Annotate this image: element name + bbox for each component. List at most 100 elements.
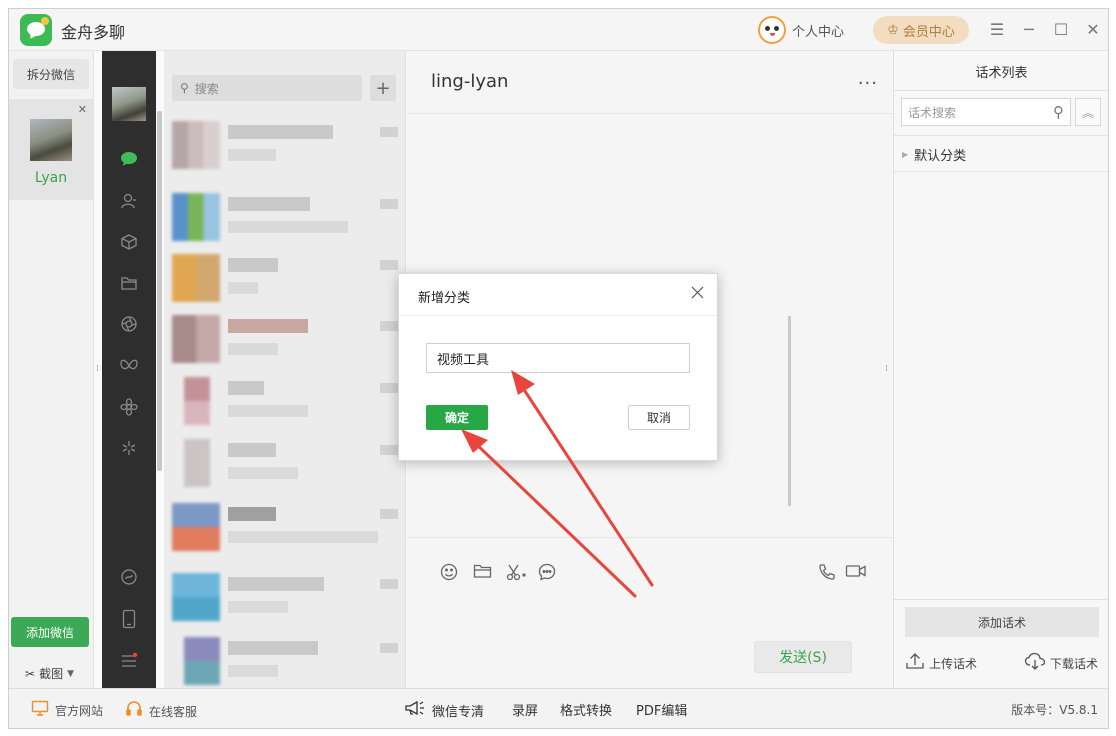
cancel-button[interactable]: 取消 [628,405,690,430]
list-item[interactable] [164,433,406,493]
screenshot-label: 截图 [39,667,64,681]
menu-icon[interactable]: ☰ [987,17,1007,41]
nav-sidebar [102,51,156,688]
more-options-icon[interactable]: ··· [858,73,878,94]
butterfly-icon[interactable] [117,354,141,378]
add-wechat-button[interactable]: 添加微信 [11,617,89,647]
chat-bubble-icon[interactable] [538,563,556,585]
list-item[interactable] [164,115,406,175]
script-panel: 话术列表 话术搜索 ⚲ ︽ ▶ 默认分类 添加话术 上传话术 下载话术 [893,51,1108,688]
version-label: 版本号：V5.8.1 [1011,703,1098,717]
scissors-icon[interactable] [506,563,528,585]
official-website-link[interactable]: 官方网站 [31,700,103,720]
chat-scrollbar[interactable] [788,316,791,506]
divider [894,171,1108,172]
sparkle-icon[interactable] [117,436,141,460]
upload-script-button[interactable]: 上传话术 [905,652,977,674]
collapse-icon[interactable]: ︽ [1075,98,1101,126]
moments-icon[interactable] [117,312,141,336]
vip-center-button[interactable]: ♔ 会员中心 [873,16,969,44]
category-item-default[interactable]: ▶ 默认分类 [902,145,966,164]
scissors-icon: ✂ [25,666,36,681]
list-item[interactable] [164,187,406,247]
more-menu-icon[interactable] [117,648,141,672]
list-item[interactable] [164,371,406,431]
list-item[interactable] [164,631,406,691]
emoji-icon[interactable] [440,563,458,585]
search-icon: ⚲ [180,81,189,95]
category-name-input[interactable] [426,343,690,373]
chat-search-input[interactable]: ⚲ 搜索 [172,75,362,101]
download-script-label: 下载话术 [1050,656,1099,671]
online-service-label: 在线客服 [149,704,198,719]
divider [407,113,892,114]
divider [399,315,717,316]
close-account-icon[interactable]: ✕ [78,103,87,116]
phone-icon[interactable] [117,607,141,631]
wechat-clean-label: 微信专清 [432,704,485,720]
wechat-clean-link[interactable]: 微信专清 [404,700,484,720]
download-script-button[interactable]: 下载话术 [1024,652,1098,674]
phone-call-icon[interactable] [818,563,836,585]
file-folder-icon[interactable] [473,563,492,583]
account-name: Lyan [34,170,68,186]
cloud-download-icon [1024,652,1046,674]
search-placeholder: 搜索 [194,81,219,96]
close-icon[interactable]: ✕ [1083,17,1103,41]
list-item[interactable] [164,497,406,557]
maximize-icon[interactable]: ☐ [1051,17,1071,41]
screenshot-button[interactable]: ✂ 截图 ▼ [25,665,74,682]
dropdown-arrow-icon[interactable]: ▼ [67,669,74,679]
new-category-dialog: 新增分类 确定 取消 [398,273,718,461]
cube-icon[interactable] [117,230,141,254]
online-service-link[interactable]: 在线客服 [125,700,197,722]
monitor-icon [31,700,49,720]
account-column: 拆分微信 ✕ Lyan 添加微信 ✂ 截图 ▼ [9,51,94,688]
flower-icon[interactable] [117,395,141,419]
dialog-close-icon[interactable] [691,284,704,303]
vip-center-label: 会员中心 [902,24,955,40]
account-avatar [30,119,72,161]
chat-title: ling-lyan [431,71,509,92]
divider [894,135,1108,136]
panel-resize-handle[interactable]: ⁞ [885,364,891,374]
send-button[interactable]: 发送(S) [754,641,852,673]
panda-avatar-icon [758,16,786,44]
caret-right-icon: ▶ [902,150,909,159]
record-screen-link[interactable]: 录屏 [512,700,538,719]
list-item[interactable] [164,567,406,627]
video-call-icon[interactable] [845,563,867,583]
mini-program-icon[interactable] [117,565,141,589]
divider [894,90,1108,91]
chat-icon[interactable] [117,147,141,171]
user-avatar[interactable] [112,87,146,121]
list-item[interactable] [164,248,406,308]
account-card[interactable]: ✕ Lyan [9,99,93,200]
personal-center-button[interactable]: 个人中心 [758,14,844,46]
chat-list-panel: ⚲ 搜索 + [164,51,406,688]
add-chat-button[interactable]: + [370,75,396,101]
headset-icon [125,700,143,722]
nav-scrollbar[interactable] [157,111,162,471]
list-item[interactable] [164,309,406,369]
script-search-input[interactable]: 话术搜索 ⚲ [901,98,1071,126]
search-icon[interactable]: ⚲ [1053,103,1064,121]
dialog-title: 新增分类 [418,291,471,306]
pdf-edit-link[interactable]: PDF编辑 [636,700,687,719]
confirm-button[interactable]: 确定 [426,405,488,430]
upload-script-label: 上传话术 [929,656,978,671]
add-script-button[interactable]: 添加话术 [905,607,1099,637]
app-logo-icon [20,14,52,46]
personal-center-label: 个人中心 [792,24,845,40]
minimize-icon[interactable]: ─ [1019,17,1039,41]
script-panel-title: 话术列表 [975,66,1028,81]
folder-icon[interactable] [117,271,141,295]
divider [407,537,892,538]
format-convert-link[interactable]: 格式转换 [560,700,612,719]
window-controls: ☰ ─ ☐ ✕ [987,17,1103,41]
upload-icon [905,652,925,674]
contacts-icon[interactable] [117,189,141,213]
split-wechat-button[interactable]: 拆分微信 [13,59,89,89]
official-website-label: 官方网站 [55,703,104,718]
script-search-placeholder: 话术搜索 [908,105,957,120]
